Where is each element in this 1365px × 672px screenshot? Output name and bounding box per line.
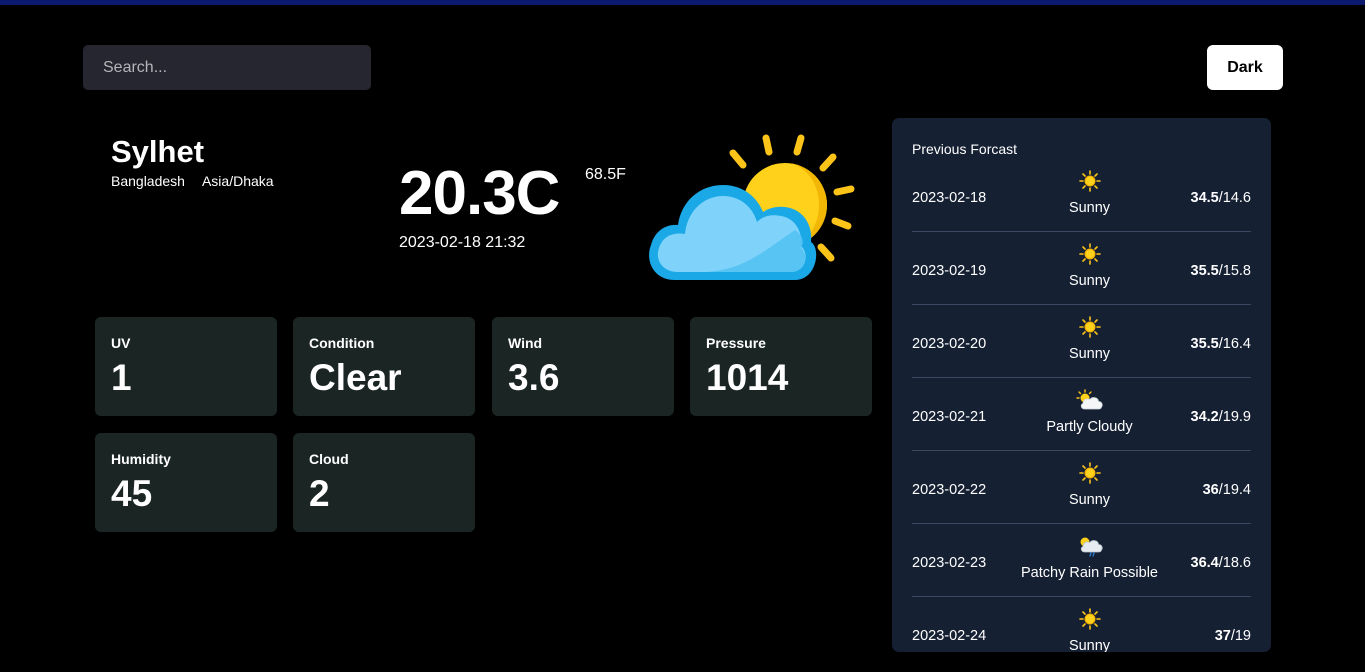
forecast-row: 2023-02-22 Sunny 36/19.4 bbox=[912, 451, 1251, 524]
stat-card-pressure: Pressure 1014 bbox=[690, 317, 872, 416]
stat-value: 1014 bbox=[706, 357, 789, 398]
stat-card-uv: UV 1 bbox=[95, 317, 277, 416]
stat-value: Clear bbox=[309, 357, 402, 398]
forecast-date: 2023-02-23 bbox=[912, 555, 987, 571]
forecast-panel[interactable]: Previous Forcast 2023-02-18 Sunny 34.5/1… bbox=[892, 118, 1271, 652]
forecast-max: 37 bbox=[1214, 628, 1231, 644]
search-input[interactable] bbox=[83, 45, 371, 90]
forecast-max: 35.5 bbox=[1190, 263, 1219, 279]
forecast-min: /19 bbox=[1230, 628, 1251, 644]
partly-cloudy-icon bbox=[1017, 389, 1162, 411]
forecast-row: 2023-02-21 Partly Cloudy 34.2/19.9 bbox=[912, 378, 1251, 451]
forecast-title: Previous Forcast bbox=[912, 141, 1018, 157]
stat-card-humidity: Humidity 45 bbox=[95, 433, 277, 532]
forecast-temps: 34.2/19.9 bbox=[1191, 409, 1251, 425]
temperature-fahrenheit: 68.5F bbox=[585, 166, 626, 183]
forecast-condition: Partly Cloudy bbox=[1046, 419, 1133, 435]
forecast-condition: Sunny bbox=[1068, 638, 1111, 652]
partly-cloudy-icon bbox=[645, 130, 865, 285]
patchy-rain-icon bbox=[1017, 535, 1162, 557]
top-accent-bar bbox=[0, 0, 1365, 5]
forecast-min: /15.8 bbox=[1218, 263, 1251, 279]
local-time: 2023-02-18 21:32 bbox=[399, 234, 526, 251]
theme-toggle-button[interactable]: Dark bbox=[1207, 45, 1283, 90]
forecast-date: 2023-02-21 bbox=[912, 409, 987, 425]
forecast-row: 2023-02-20 Sunny 35.5/16.4 bbox=[912, 305, 1251, 378]
sun-icon bbox=[1017, 462, 1162, 484]
sun-icon bbox=[1017, 243, 1162, 265]
forecast-row: 2023-02-24 Sunny 37/19 bbox=[912, 597, 1251, 652]
city-name: Sylhet bbox=[111, 134, 205, 169]
forecast-temps: 36/19.4 bbox=[1203, 482, 1251, 498]
stat-card-condition: Condition Clear bbox=[293, 317, 475, 416]
stat-label: Humidity bbox=[111, 451, 171, 467]
forecast-condition: Patchy Rain Possible bbox=[1020, 565, 1158, 581]
forecast-date: 2023-02-20 bbox=[912, 336, 987, 352]
forecast-max: 36 bbox=[1202, 482, 1219, 498]
forecast-min: /19.9 bbox=[1218, 409, 1251, 425]
sun-icon bbox=[1017, 608, 1162, 630]
stat-value: 2 bbox=[309, 473, 330, 514]
forecast-date: 2023-02-19 bbox=[912, 263, 987, 279]
forecast-max: 35.5 bbox=[1190, 336, 1219, 352]
forecast-row: 2023-02-23 Patchy Rain Possible 36.4/18.… bbox=[912, 524, 1251, 597]
forecast-temps: 35.5/15.8 bbox=[1191, 263, 1251, 279]
stat-value: 3.6 bbox=[508, 357, 560, 398]
sun-icon bbox=[1017, 170, 1162, 192]
forecast-row: 2023-02-19 Sunny 35.5/15.8 bbox=[912, 232, 1251, 305]
forecast-date: 2023-02-24 bbox=[912, 628, 987, 644]
forecast-temps: 37/19 bbox=[1215, 628, 1251, 644]
country-label: Bangladesh bbox=[111, 173, 185, 189]
forecast-temps: 36.4/18.6 bbox=[1191, 555, 1251, 571]
stat-card-cloud: Cloud 2 bbox=[293, 433, 475, 532]
forecast-date: 2023-02-22 bbox=[912, 482, 987, 498]
forecast-temps: 35.5/16.4 bbox=[1191, 336, 1251, 352]
stat-label: Condition bbox=[309, 335, 375, 351]
forecast-min: /18.6 bbox=[1218, 555, 1251, 571]
temperature-celsius: 20.3C bbox=[399, 159, 560, 228]
forecast-condition: Sunny bbox=[1068, 200, 1111, 216]
stat-label: Cloud bbox=[309, 451, 349, 467]
stat-value: 1 bbox=[111, 357, 132, 398]
forecast-min: /14.6 bbox=[1218, 190, 1251, 206]
forecast-min: /19.4 bbox=[1218, 482, 1251, 498]
stat-value: 45 bbox=[111, 473, 153, 514]
forecast-date: 2023-02-18 bbox=[912, 190, 987, 206]
forecast-temps: 34.5/14.6 bbox=[1191, 190, 1251, 206]
stat-label: Pressure bbox=[706, 335, 766, 351]
stat-label: UV bbox=[111, 335, 131, 351]
stat-label: Wind bbox=[508, 335, 543, 351]
sun-icon bbox=[1017, 316, 1162, 338]
forecast-min: /16.4 bbox=[1218, 336, 1251, 352]
forecast-condition: Sunny bbox=[1068, 273, 1111, 289]
forecast-max: 34.5 bbox=[1190, 190, 1219, 206]
timezone-label: Asia/Dhaka bbox=[201, 173, 274, 189]
location-details: Bangladesh Asia/Dhaka bbox=[111, 173, 274, 189]
forecast-row: 2023-02-18 Sunny 34.5/14.6 bbox=[912, 159, 1251, 232]
forecast-condition: Sunny bbox=[1068, 492, 1111, 508]
forecast-max: 34.2 bbox=[1190, 409, 1219, 425]
forecast-max: 36.4 bbox=[1190, 555, 1219, 571]
forecast-condition: Sunny bbox=[1068, 346, 1111, 362]
stat-card-wind: Wind 3.6 bbox=[492, 317, 674, 416]
